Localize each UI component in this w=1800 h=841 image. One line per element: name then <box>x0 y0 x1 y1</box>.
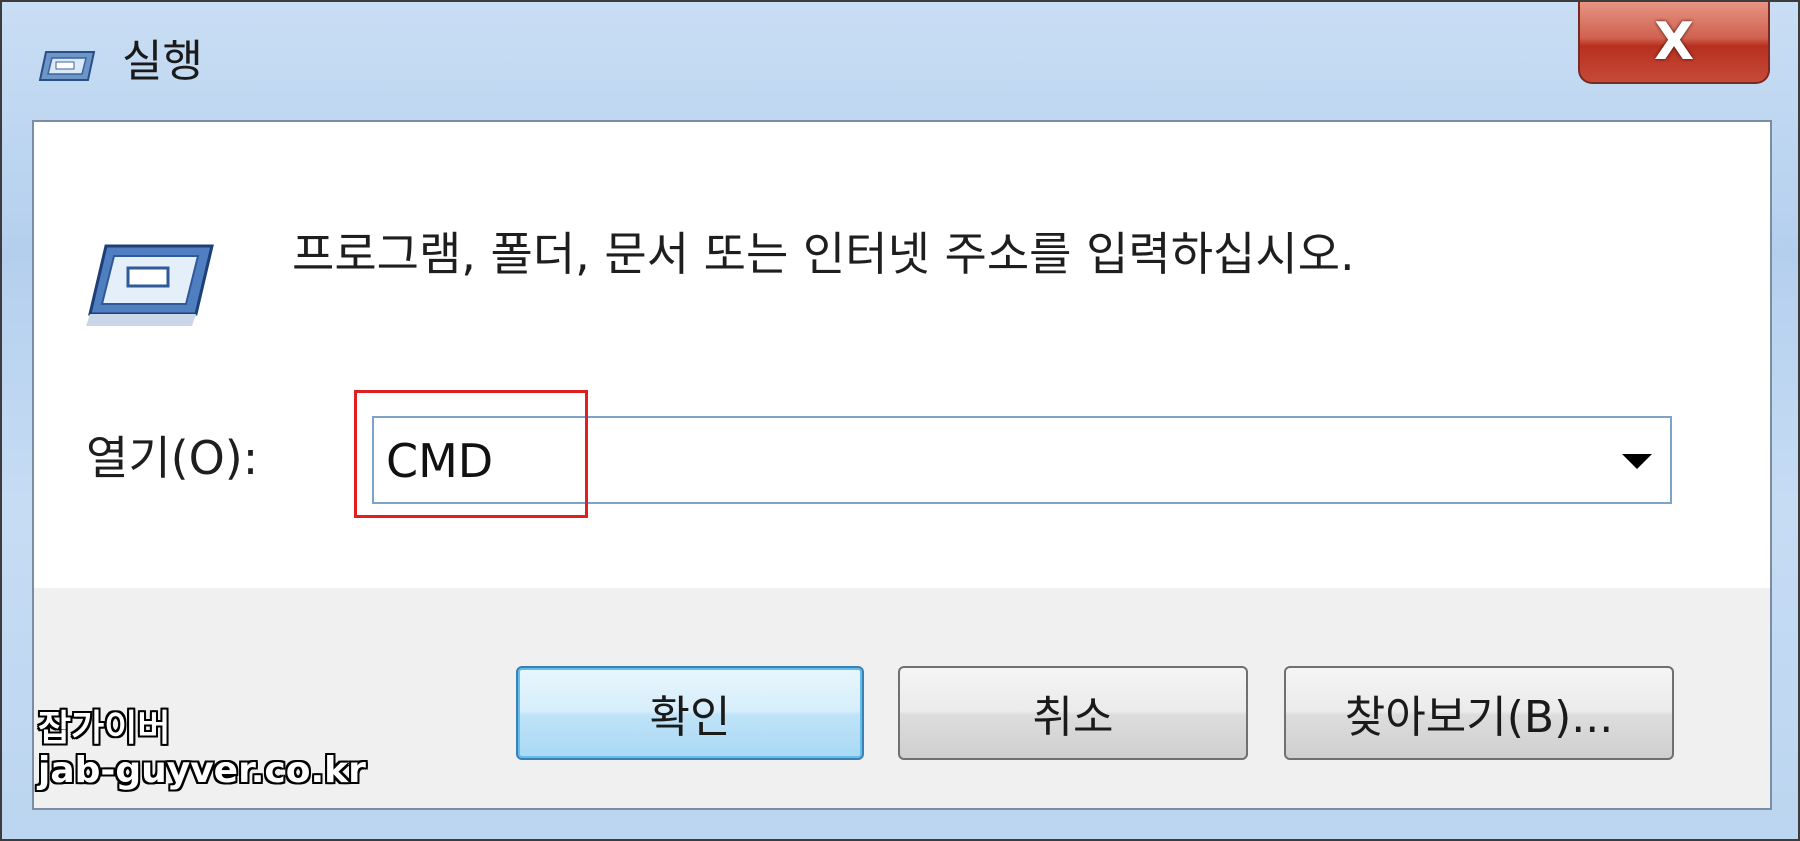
browse-button[interactable]: 찾아보기(B)... <box>1284 666 1674 760</box>
ok-button[interactable]: 확인 <box>516 666 864 760</box>
open-combobox[interactable] <box>372 416 1672 504</box>
watermark-line1: 잡가이버 <box>38 708 171 749</box>
close-button[interactable]: X <box>1578 2 1770 84</box>
run-dialog-window: 실행 X 프로그램, 폴더, 문서 또는 인터넷 주소를 입력하십시오. 열기(… <box>0 0 1800 841</box>
chevron-down-icon[interactable] <box>1622 454 1652 469</box>
watermark: 잡가이버 jab-guyver.co.kr <box>38 708 366 792</box>
close-icon: X <box>1653 12 1695 72</box>
instruction-text: 프로그램, 폴더, 문서 또는 인터넷 주소를 입력하십시오. <box>292 227 1355 281</box>
open-input[interactable] <box>386 428 1586 494</box>
open-label: 열기(O): <box>86 431 259 485</box>
watermark-line2: jab-guyver.co.kr <box>38 750 366 791</box>
dialog-body: 프로그램, 폴더, 문서 또는 인터넷 주소를 입력하십시오. 열기(O): 확… <box>32 120 1772 810</box>
window-title: 실행 <box>122 36 203 87</box>
run-icon <box>86 244 214 326</box>
run-icon <box>38 51 96 81</box>
cancel-button[interactable]: 취소 <box>898 666 1248 760</box>
